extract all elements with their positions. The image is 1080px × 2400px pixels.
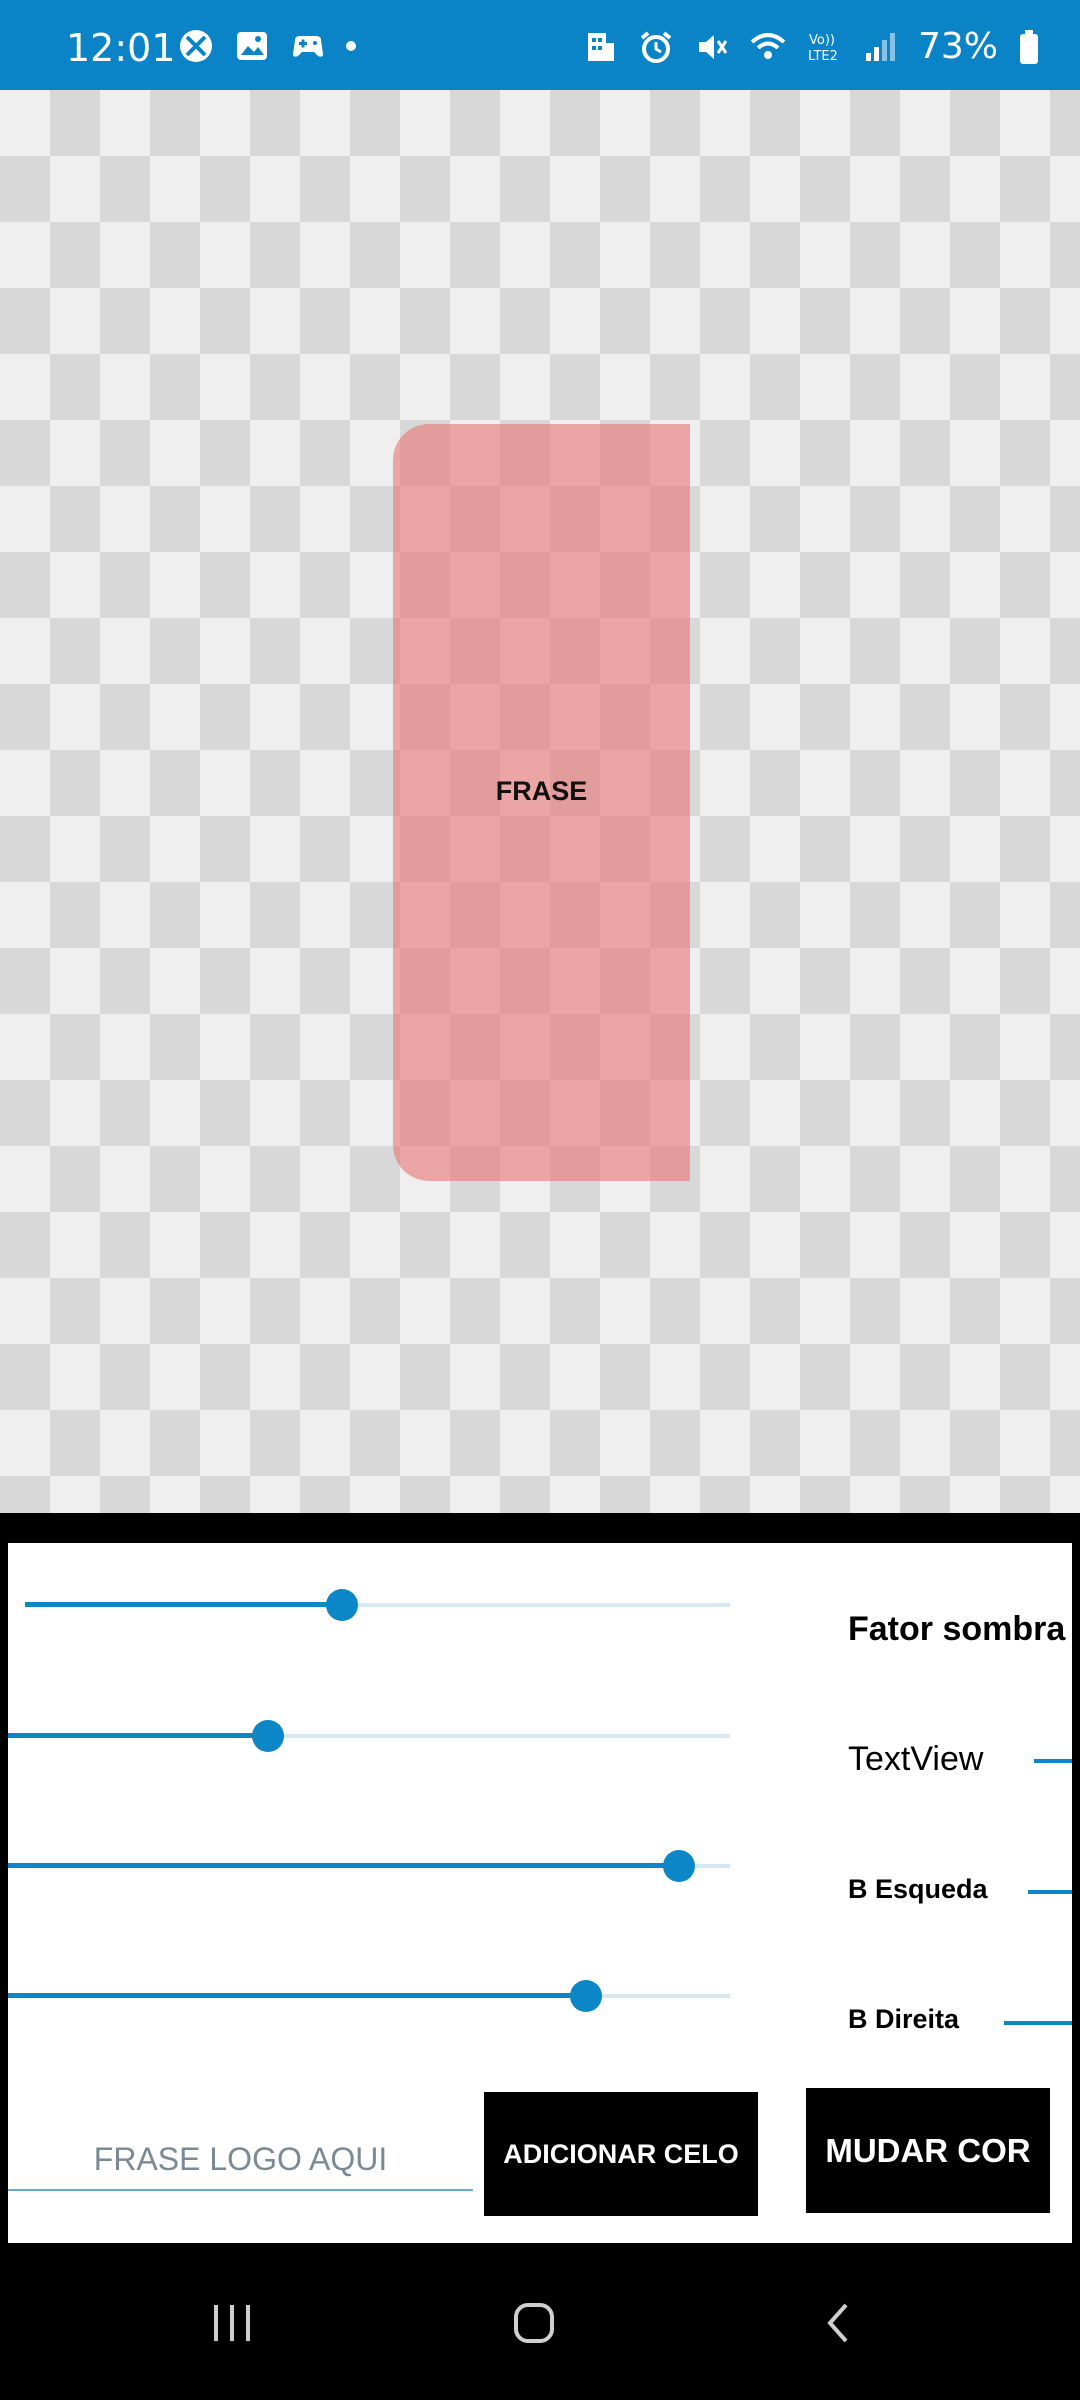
building-icon [587,32,614,61]
alarm-icon [640,30,672,63]
left-border-label: B Esqueda [848,1874,988,1904]
shadow-factor-label: Fator sombra [848,1610,1066,1648]
textview-dash [1034,1759,1072,1763]
slider-fill [8,1993,586,1998]
svg-text:LTE2: LTE2 [808,49,838,64]
system-status-icons: Vo)) LTE2 73% [582,26,1040,67]
text-preview-box[interactable]: FRASE [393,424,690,1181]
recent-apps-button[interactable] [192,2283,272,2363]
gallery-icon [237,32,267,60]
preview-text: FRASE [495,776,588,806]
back-icon [827,2303,848,2343]
slider-fill [8,1733,268,1738]
controls-panel: Fator sombra TextView B Esqueda B Direit… [8,1543,1072,2243]
svg-text:Vo)): Vo)) [809,33,835,48]
shadow-factor-slider[interactable] [25,1585,730,1625]
slider-fill [25,1602,343,1607]
left-border-slider[interactable] [8,1846,730,1886]
signal-icon [865,32,895,61]
battery-percent: 73% [917,26,998,67]
slider-thumb[interactable] [663,1850,696,1882]
navigation-bar [0,2243,1080,2400]
right-border-slider[interactable] [8,1976,730,2016]
recent-apps-icon [214,2305,250,2341]
mute-icon [698,34,728,59]
add-button[interactable]: ADICIONAR CELO [484,2092,758,2216]
slider-thumb[interactable] [251,1720,284,1752]
preview-canvas[interactable]: FRASE [0,90,1080,1513]
textview-slider[interactable] [8,1716,730,1756]
xbox-icon [180,30,212,62]
slider-thumb[interactable] [326,1589,359,1621]
status-bar: 12:01 Vo)) LTE2 73% [0,0,1080,90]
notification-icons [178,28,356,64]
slider-thumb[interactable] [569,1980,602,2012]
right-border-label: B Direita [848,2004,960,2034]
left-border-dash [1028,1890,1072,1894]
right-border-dash [1004,2021,1072,2025]
phrase-input[interactable] [8,2129,473,2191]
game-controller-icon [293,36,323,57]
back-button[interactable] [798,2283,878,2363]
more-notifications-dot [346,41,356,51]
change-color-button[interactable]: MUDAR COR [806,2088,1050,2213]
battery-icon [1020,29,1038,64]
textview-label: TextView [848,1740,984,1778]
home-button[interactable] [494,2283,574,2363]
home-icon [514,2303,554,2343]
slider-fill [8,1863,680,1868]
wifi-icon [750,32,786,59]
status-time: 12:01 [66,26,176,70]
volte-icon: Vo)) LTE2 [808,33,838,64]
